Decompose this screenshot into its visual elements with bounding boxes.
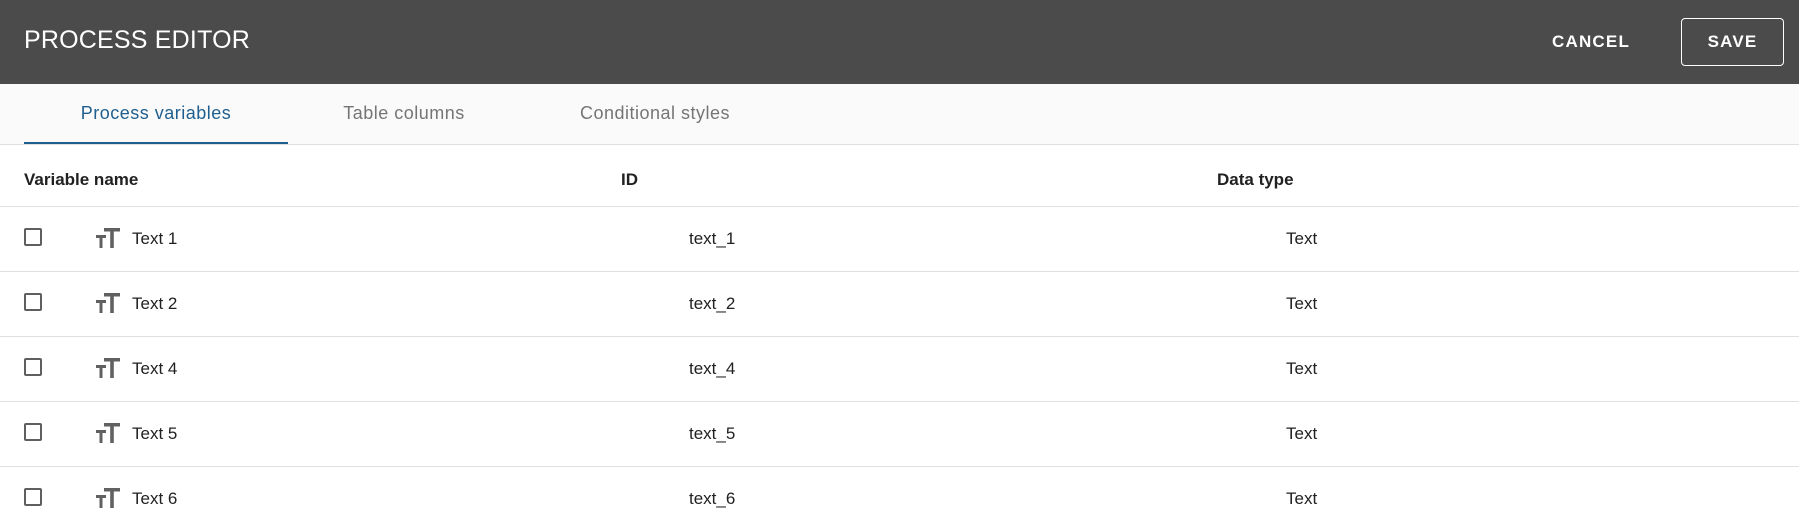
row-checkbox[interactable] bbox=[24, 293, 42, 311]
table-row: Text 4 text_4 Text bbox=[0, 337, 1799, 402]
cancel-button[interactable]: CANCEL bbox=[1552, 26, 1630, 58]
tab-conditional-styles[interactable]: Conditional styles bbox=[555, 84, 755, 144]
save-button[interactable]: SAVE bbox=[1681, 18, 1784, 66]
table-row: Text 5 text_5 Text bbox=[0, 402, 1799, 467]
variable-id: text_1 bbox=[689, 229, 736, 248]
column-header-data-type: Data type bbox=[1217, 170, 1294, 189]
table-row: Text 6 text_6 Text bbox=[0, 467, 1799, 532]
variable-data-type: Text bbox=[1286, 489, 1318, 508]
variable-data-type: Text bbox=[1286, 229, 1318, 248]
row-checkbox[interactable] bbox=[24, 423, 42, 441]
tab-process-variables[interactable]: Process variables bbox=[24, 84, 288, 144]
table-header: Variable name ID Data type bbox=[0, 145, 1799, 207]
variable-id: text_6 bbox=[689, 489, 736, 508]
variables-table: Variable name ID Data type Text 1 text_1… bbox=[0, 145, 1799, 532]
variable-id: text_4 bbox=[689, 359, 736, 378]
tab-bar: Process variables Table columns Conditio… bbox=[0, 84, 1799, 145]
table-row: Text 2 text_2 Text bbox=[0, 272, 1799, 337]
variable-data-type: Text bbox=[1286, 294, 1318, 313]
tab-table-columns[interactable]: Table columns bbox=[318, 84, 490, 144]
row-checkbox[interactable] bbox=[24, 228, 42, 246]
variable-name: Text 2 bbox=[132, 294, 178, 313]
variable-id: text_2 bbox=[689, 294, 736, 313]
page-title: PROCESS EDITOR bbox=[24, 26, 250, 54]
text-type-icon bbox=[96, 423, 120, 443]
row-checkbox[interactable] bbox=[24, 488, 42, 506]
text-type-icon bbox=[96, 293, 120, 313]
variable-data-type: Text bbox=[1286, 424, 1318, 443]
app-header: PROCESS EDITOR CANCEL SAVE bbox=[0, 0, 1799, 84]
variable-name: Text 1 bbox=[132, 229, 178, 248]
variable-name: Text 5 bbox=[132, 424, 178, 443]
text-type-icon bbox=[96, 228, 120, 248]
variable-id: text_5 bbox=[689, 424, 736, 443]
column-header-variable-name: Variable name bbox=[24, 170, 139, 189]
variable-name: Text 4 bbox=[132, 359, 178, 378]
text-type-icon bbox=[96, 488, 120, 508]
column-header-id: ID bbox=[621, 170, 638, 189]
variable-name: Text 6 bbox=[132, 489, 178, 508]
table-row: Text 1 text_1 Text bbox=[0, 207, 1799, 272]
text-type-icon bbox=[96, 358, 120, 378]
row-checkbox[interactable] bbox=[24, 358, 42, 376]
variable-data-type: Text bbox=[1286, 359, 1318, 378]
